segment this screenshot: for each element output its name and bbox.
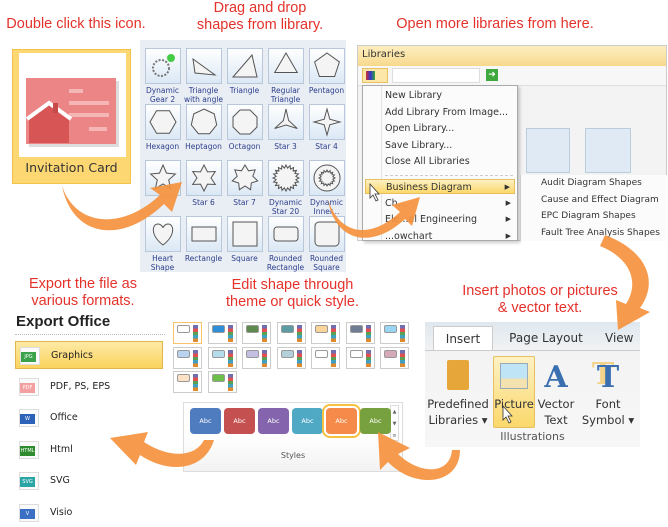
mouse-cursor-icon bbox=[369, 182, 380, 202]
arrow-icon bbox=[328, 197, 420, 238]
mouse-cursor-icon bbox=[502, 404, 513, 424]
arrow-icon bbox=[62, 182, 182, 231]
arrow-icon bbox=[378, 432, 460, 481]
callout-arrows bbox=[62, 182, 650, 481]
arrow-icon bbox=[110, 432, 214, 467]
arrow-icon bbox=[600, 235, 650, 330]
